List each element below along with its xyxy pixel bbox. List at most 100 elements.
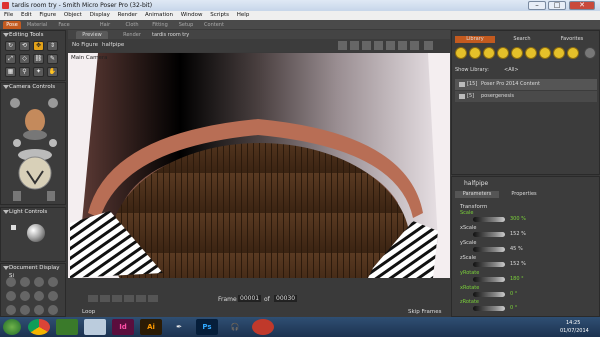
menu-scripts[interactable]: Scripts [210, 12, 229, 18]
menu-display[interactable]: Display [90, 12, 110, 18]
editing-tools-header[interactable]: Editing Tools [1, 31, 65, 39]
translate-in-out-icon[interactable]: ⇕ [47, 41, 58, 51]
menu-help[interactable]: Help [237, 12, 250, 18]
menu-window[interactable]: Window [181, 12, 203, 18]
frame-current-field[interactable]: 00001 [238, 295, 262, 302]
tab-render[interactable]: Render [116, 31, 148, 39]
last-frame-button[interactable] [148, 295, 158, 302]
translate-tool-icon[interactable]: ✥ [33, 41, 44, 51]
param-dial[interactable] [473, 262, 505, 267]
ground-icon[interactable] [398, 41, 407, 50]
param-dial[interactable] [473, 232, 505, 237]
tab-cloth[interactable]: Cloth [122, 21, 142, 29]
param-dial[interactable] [473, 247, 505, 252]
render-icon[interactable] [338, 41, 347, 50]
library-props-icon[interactable] [525, 47, 537, 59]
library-cameras-icon[interactable] [553, 47, 565, 59]
library-expression-icon[interactable] [483, 47, 495, 59]
paint-icon[interactable] [84, 319, 106, 335]
fog-icon[interactable] [410, 41, 419, 50]
menu-render[interactable]: Render [118, 12, 138, 18]
indesign-icon[interactable]: Id [112, 319, 134, 335]
library-add-icon[interactable] [584, 47, 596, 59]
close-button[interactable]: ✕ [569, 1, 595, 10]
camera-control-widget[interactable] [5, 93, 63, 203]
direct-manipulation-icon[interactable]: ✋ [47, 67, 58, 77]
grouping-tool-icon[interactable]: ▦ [5, 67, 16, 77]
param-value[interactable]: 0 ° [510, 305, 517, 311]
param-value[interactable]: 0 ° [510, 291, 517, 297]
light-controls-header[interactable]: Light Controls [1, 208, 65, 216]
light-sphere-icon[interactable] [27, 224, 45, 242]
frame-total-field[interactable]: 00030 [274, 295, 298, 302]
camera-icon[interactable] [350, 41, 359, 50]
prev-frame-button[interactable] [100, 295, 110, 302]
scale-tool-icon[interactable]: ⤢ [5, 54, 16, 64]
maximize-button[interactable]: □ [548, 1, 566, 10]
library-pose-icon[interactable] [469, 47, 481, 59]
tab-fitting[interactable]: Fitting [149, 21, 171, 29]
rotate-tool-icon[interactable]: ↻ [5, 41, 16, 51]
grid-icon[interactable] [386, 41, 395, 50]
tab-favorites[interactable]: Favorites [548, 36, 596, 43]
param-value[interactable]: 180 ° [510, 276, 524, 282]
param-value[interactable]: 300 % [510, 216, 526, 222]
clock-date[interactable]: 01/07/2014 [560, 328, 589, 334]
twist-tool-icon[interactable]: ⟲ [19, 41, 30, 51]
tab-parameters[interactable]: Parameters [455, 191, 499, 198]
param-value[interactable]: 152 % [510, 231, 526, 237]
green-app-icon[interactable] [56, 319, 78, 335]
actor-name[interactable]: halfpipe [464, 180, 488, 187]
tab-content[interactable]: Content [201, 21, 227, 29]
layout-icon[interactable] [374, 41, 383, 50]
tab-search[interactable]: Search [502, 36, 542, 43]
tab-properties[interactable]: Properties [502, 191, 546, 198]
param-dial[interactable] [473, 217, 505, 222]
library-lights-icon[interactable] [539, 47, 551, 59]
library-item[interactable]: [15] Poser Pro 2014 Content [455, 79, 597, 90]
library-figures-icon[interactable] [455, 47, 467, 59]
skip-frames-label[interactable]: Skip Frames [408, 309, 441, 315]
param-dial[interactable] [473, 277, 505, 282]
actor-menu[interactable]: halfpipe [102, 42, 124, 48]
tab-hair[interactable]: Hair [96, 21, 114, 29]
param-value[interactable]: 152 % [510, 261, 526, 267]
next-frame-button[interactable] [136, 295, 146, 302]
menu-file[interactable]: File [4, 12, 13, 18]
tab-material[interactable]: Material [24, 21, 50, 29]
library-hair-icon[interactable] [497, 47, 509, 59]
document-display-header[interactable]: Document Display Si [1, 264, 65, 279]
tab-setup[interactable]: Setup [176, 21, 196, 29]
param-value[interactable]: 45 % [510, 246, 523, 252]
lights-icon[interactable] [362, 41, 371, 50]
chrome-icon[interactable] [28, 319, 50, 335]
tab-preview[interactable]: Preview [76, 31, 108, 39]
param-dial[interactable] [473, 306, 505, 311]
camera-controls-header[interactable]: Camera Controls [1, 83, 65, 91]
start-button[interactable] [3, 319, 21, 335]
menu-object[interactable]: Object [64, 12, 82, 18]
menu-animation[interactable]: Animation [145, 12, 173, 18]
library-hands-icon[interactable] [511, 47, 523, 59]
morph-brush-icon[interactable]: ✦ [33, 67, 44, 77]
library-materials-icon[interactable] [567, 47, 579, 59]
photoshop-icon[interactable]: Ps [196, 319, 218, 335]
3d-viewport[interactable]: Main Camera [68, 53, 450, 278]
tab-library[interactable]: Library [455, 36, 495, 43]
feather-icon[interactable]: ✒ [168, 319, 190, 335]
clock-time[interactable]: 14:25 [566, 320, 580, 326]
display-style-grid[interactable] [4, 275, 64, 315]
menu-edit[interactable]: Edit [21, 12, 32, 18]
figure-menu[interactable]: No Figure [72, 42, 98, 48]
play-button[interactable] [124, 295, 134, 302]
first-frame-button[interactable] [88, 295, 98, 302]
light-point-icon[interactable] [11, 225, 16, 230]
minimize-button[interactable]: – [528, 1, 546, 10]
stop-button[interactable] [112, 295, 122, 302]
options-icon[interactable] [424, 41, 433, 50]
show-library-select[interactable]: <All> [504, 67, 519, 73]
color-tool-icon[interactable]: ✎ [47, 54, 58, 64]
view-magnifier-icon[interactable]: ⚲ [19, 67, 30, 77]
library-item[interactable]: [5] posergenesis [455, 91, 597, 102]
menu-figure[interactable]: Figure [39, 12, 56, 18]
